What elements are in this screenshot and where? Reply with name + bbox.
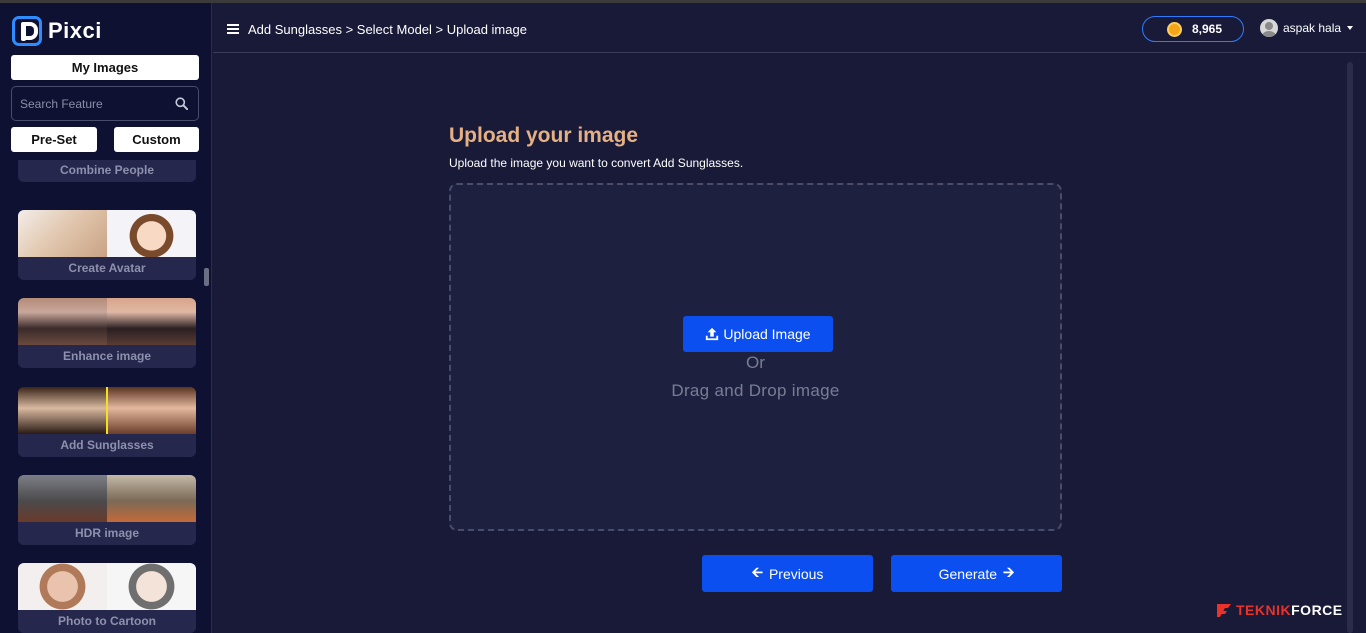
- search-input[interactable]: [20, 95, 170, 113]
- app-logo[interactable]: Pixci: [12, 16, 102, 46]
- page-subtitle: Upload the image you want to convert Add…: [449, 156, 744, 170]
- feature-label: Create Avatar: [18, 257, 196, 280]
- coin-icon: [1167, 21, 1182, 37]
- hamburger-menu-icon[interactable]: [227, 24, 239, 34]
- coin-balance[interactable]: 8,965: [1142, 16, 1244, 42]
- feature-card-add-sunglasses[interactable]: Add Sunglasses: [18, 387, 196, 457]
- my-images-button[interactable]: My Images: [11, 55, 199, 80]
- arrow-right-icon: 🡪: [1003, 563, 1015, 580]
- breadcrumb: Add Sunglasses > Select Model > Upload i…: [248, 22, 527, 37]
- search-icon[interactable]: [175, 97, 188, 110]
- feature-thumbnail: [18, 475, 196, 522]
- generate-label: Generate: [938, 565, 997, 582]
- watermark-part2: FORCE: [1291, 602, 1343, 618]
- teknikforce-watermark: TEKNIK FORCE: [1216, 602, 1343, 618]
- feature-label: HDR image: [18, 522, 196, 545]
- feature-list: Combine People Create Avatar Enhance ima…: [0, 160, 212, 633]
- arrow-left-icon: 🡨: [751, 563, 763, 580]
- feature-thumbnail: [18, 387, 196, 434]
- chevron-down-icon: [1347, 26, 1354, 30]
- generate-button[interactable]: Generate 🡪: [891, 555, 1062, 592]
- user-menu[interactable]: aspak hala: [1260, 19, 1354, 37]
- upload-dropzone[interactable]: Upload Image Or Drag and Drop image: [449, 183, 1062, 531]
- feature-label: Combine People: [18, 160, 196, 182]
- user-avatar-icon: [1260, 19, 1278, 37]
- preset-button[interactable]: Pre-Set: [11, 127, 97, 152]
- main-scrollbar[interactable]: [1347, 62, 1353, 633]
- sidebar-scrollbar[interactable]: [204, 268, 209, 286]
- teknikforce-logo-icon: [1217, 604, 1231, 617]
- search-box: [11, 86, 199, 121]
- feature-card-enhance-image[interactable]: Enhance image: [18, 298, 196, 368]
- feature-card-combine-people[interactable]: Combine People: [18, 160, 196, 182]
- coin-count: 8,965: [1192, 22, 1223, 36]
- feature-label: Photo to Cartoon: [18, 610, 196, 633]
- top-border: [0, 0, 1366, 3]
- custom-button[interactable]: Custom: [114, 127, 199, 152]
- app-name: Pixci: [48, 18, 102, 43]
- sidebar: Pixci My Images Pre-Set Custom Combine P…: [0, 0, 212, 633]
- previous-label: Previous: [768, 565, 824, 582]
- feature-label: Enhance image: [18, 345, 196, 368]
- or-text: Or: [746, 353, 765, 372]
- upload-image-button[interactable]: Upload Image: [683, 316, 833, 352]
- feature-thumbnail: [18, 298, 196, 345]
- feature-label: Add Sunglasses: [18, 434, 196, 457]
- pixci-logo-icon: [12, 16, 42, 46]
- feature-card-hdr-image[interactable]: HDR image: [18, 475, 196, 545]
- upload-button-label: Upload Image: [723, 326, 811, 342]
- feature-thumbnail: [18, 210, 196, 257]
- feature-thumbnail: [18, 563, 196, 610]
- top-header: Add Sunglasses > Select Model > Upload i…: [213, 3, 1366, 53]
- username: aspak hala: [1283, 21, 1342, 35]
- upload-icon: [706, 327, 719, 341]
- feature-card-create-avatar[interactable]: Create Avatar: [18, 210, 196, 280]
- page-title: Upload your image: [449, 124, 639, 147]
- drag-drop-text: Drag and Drop image: [671, 381, 840, 400]
- previous-button[interactable]: 🡨 Previous: [702, 555, 873, 592]
- watermark-part1: TEKNIK: [1236, 602, 1292, 618]
- feature-card-photo-to-cartoon[interactable]: Photo to Cartoon: [18, 563, 196, 633]
